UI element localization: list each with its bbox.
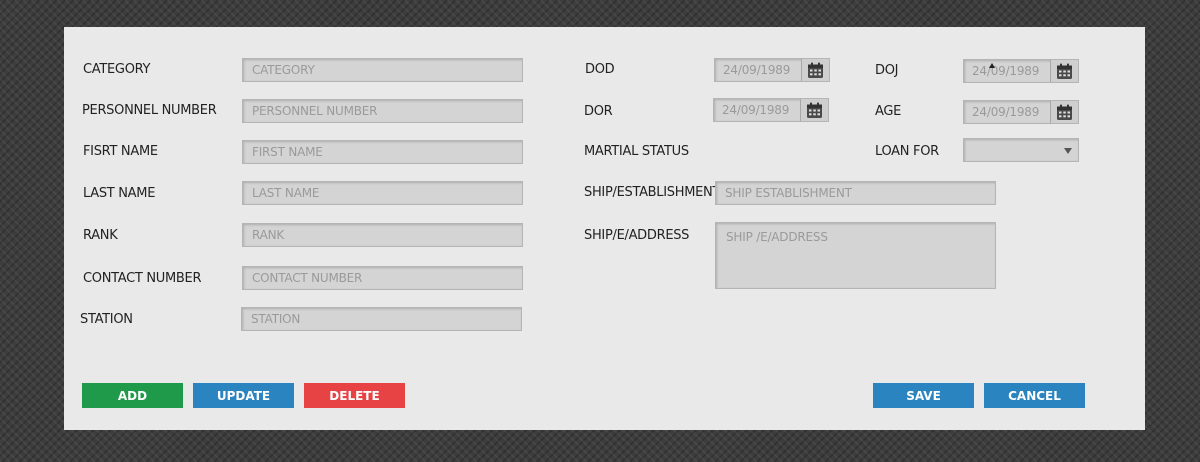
rank-label: RANK [83, 228, 118, 243]
ship-address-label: SHIP/E/ADDRESS [584, 228, 690, 243]
ship-establishment-label: SHIP/ESTABLISHMENT [584, 185, 721, 200]
first-name-label: FISRT NAME [83, 144, 158, 159]
personnel-number-input[interactable] [242, 99, 523, 123]
add-button[interactable]: ADD [82, 383, 183, 408]
chevron-down-icon [1064, 148, 1072, 154]
calendar-icon[interactable] [1050, 101, 1078, 123]
martial-status-label: MARTIAL STATUS [584, 144, 689, 159]
personnel-form-panel: CATEGORY PERSONNEL NUMBER FISRT NAME LAS… [64, 27, 1145, 430]
dor-date-field[interactable]: 24/09/1989 [713, 98, 829, 122]
dor-date-value: 24/09/1989 [722, 103, 790, 117]
age-label: AGE [875, 104, 902, 119]
loan-for-select[interactable] [963, 138, 1079, 162]
dod-label: DOD [585, 62, 615, 77]
cancel-button[interactable]: CANCEL [984, 383, 1085, 408]
calendar-icon[interactable] [801, 59, 829, 81]
calendar-icon[interactable] [800, 99, 828, 121]
contact-number-input[interactable] [242, 266, 523, 290]
dor-label: DOR [584, 104, 613, 119]
ship-address-textarea[interactable] [715, 222, 996, 289]
station-label: STATION [80, 312, 133, 327]
save-button[interactable]: SAVE [873, 383, 974, 408]
age-date-value: 24/09/1989 [972, 105, 1040, 119]
last-name-input[interactable] [242, 181, 523, 205]
ship-establishment-input[interactable] [715, 181, 996, 205]
dod-date-field[interactable]: 24/09/1989 [714, 58, 830, 82]
first-name-input[interactable] [242, 140, 523, 164]
contact-number-label: CONTACT NUMBER [83, 271, 202, 286]
last-name-label: LAST NAME [83, 186, 156, 201]
age-date-field[interactable]: 24/09/1989 [963, 100, 1079, 124]
personnel-number-label: PERSONNEL NUMBER [82, 103, 217, 118]
dod-date-value: 24/09/1989 [723, 63, 791, 77]
category-label: CATEGORY [83, 62, 151, 77]
doj-date-field[interactable]: 24/09/1989 [963, 59, 1079, 83]
category-input[interactable] [242, 58, 523, 82]
calendar-icon[interactable] [1050, 60, 1078, 82]
update-button[interactable]: UPDATE [193, 383, 294, 408]
loan-for-label: LOAN FOR [875, 144, 939, 159]
doj-date-value: 24/09/1989 [972, 64, 1040, 78]
station-input[interactable] [241, 307, 522, 331]
rank-input[interactable] [242, 223, 523, 247]
cursor-caret-icon [989, 63, 995, 68]
doj-label: DOJ [875, 63, 899, 78]
delete-button[interactable]: DELETE [304, 383, 405, 408]
